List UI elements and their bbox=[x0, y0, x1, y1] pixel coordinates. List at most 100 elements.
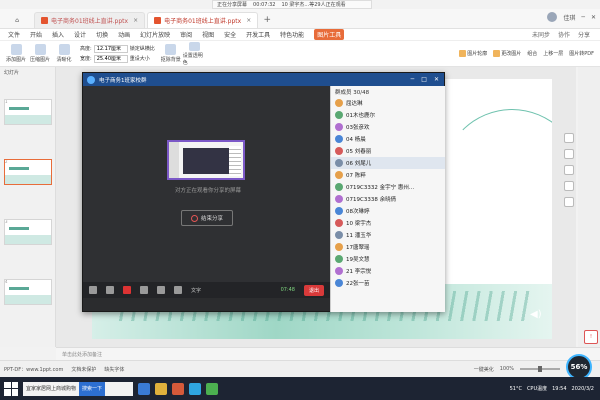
list-item[interactable]: 04 杨晨 bbox=[331, 133, 445, 145]
ribbon-menu: 文件 开始 插入 设计 切换 动画 幻灯片放映 审阅 视图 安全 开发工具 特色… bbox=[0, 29, 600, 41]
change-picture-button[interactable]: 更改图片 bbox=[493, 50, 521, 57]
new-tab-button[interactable]: + bbox=[260, 12, 274, 28]
notification-badge-icon[interactable]: ! bbox=[584, 330, 598, 344]
notes-field[interactable]: 单击此处添加备注 bbox=[56, 347, 600, 360]
list-item[interactable]: 08次琳婷 bbox=[331, 205, 445, 217]
menu-transition[interactable]: 切换 bbox=[96, 30, 108, 39]
list-item[interactable]: 11 潘玉华 bbox=[331, 229, 445, 241]
windows-start-icon[interactable] bbox=[4, 381, 18, 396]
status-protection[interactable]: 文档未保护 bbox=[71, 366, 96, 373]
collaborate-button[interactable]: 协作 bbox=[558, 30, 570, 39]
slide-thumbnail[interactable]: 2 bbox=[4, 159, 52, 185]
tab-document-active[interactable]: 电子商务01班线上直讲.pptx × bbox=[147, 12, 259, 28]
slide-thumbnail[interactable]: 4 bbox=[4, 279, 52, 305]
list-item[interactable]: 17唐翠瑶 bbox=[331, 241, 445, 253]
more-icon[interactable] bbox=[157, 286, 165, 294]
tab-document[interactable]: 电子商务01班线上直讲.pptx × bbox=[34, 12, 146, 28]
speaker-icon[interactable]: ◀) bbox=[530, 309, 544, 321]
sync-status[interactable]: 未同步 bbox=[532, 30, 550, 39]
menu-home[interactable]: 开始 bbox=[30, 30, 42, 39]
list-item[interactable]: 0719C3332 金宇宁 惠州... bbox=[331, 181, 445, 193]
folder-icon[interactable] bbox=[155, 382, 167, 395]
list-item[interactable]: 21 李宗悦 bbox=[331, 265, 445, 277]
screen-share-icon[interactable] bbox=[140, 286, 148, 294]
text-toggle[interactable]: 文字 bbox=[191, 287, 201, 294]
menu-file[interactable]: 文件 bbox=[8, 30, 20, 39]
close-tab-icon[interactable]: × bbox=[133, 17, 138, 24]
screen: 正在分享屏幕 00:07:32 10 梁宇杰...等29人正在观看 ⌂ 电子商务… bbox=[0, 0, 600, 400]
qq-close-button[interactable]: ✕ bbox=[434, 76, 439, 83]
zoom-handle[interactable] bbox=[538, 366, 542, 372]
list-item[interactable]: 19吴文慧 bbox=[331, 253, 445, 265]
list-item[interactable]: 01木也鹿尔 bbox=[331, 109, 445, 121]
wps-icon[interactable] bbox=[172, 382, 184, 395]
close-tab-icon[interactable]: × bbox=[246, 17, 251, 24]
height-input[interactable] bbox=[93, 44, 128, 53]
menu-features[interactable]: 特色功能 bbox=[280, 30, 304, 39]
list-item[interactable]: 06 刘尾儿 bbox=[331, 157, 445, 169]
zoom-in-icon[interactable] bbox=[564, 149, 574, 159]
menu-security[interactable]: 安全 bbox=[224, 30, 236, 39]
list-item[interactable]: 05 刘春丽 bbox=[331, 145, 445, 157]
minimize-button[interactable]: ─ bbox=[581, 14, 585, 21]
remove-background-button[interactable]: 抠除背景 bbox=[159, 42, 183, 66]
zoom-slider[interactable] bbox=[520, 366, 560, 372]
clock-date[interactable]: 2020/3/2 bbox=[572, 386, 594, 392]
menu-insert[interactable]: 插入 bbox=[52, 30, 64, 39]
group-button[interactable]: 组合 bbox=[527, 50, 537, 57]
transparent-color-button[interactable]: 设置透明色 bbox=[183, 41, 207, 66]
list-item[interactable]: 22张一苗 bbox=[331, 277, 445, 289]
microphone-icon[interactable] bbox=[89, 286, 97, 294]
bring-forward-button[interactable]: 上移一层 bbox=[543, 50, 563, 57]
status-missing-fonts[interactable]: 缺失字体 bbox=[104, 366, 124, 373]
lock-ratio-label[interactable]: 锁定纵横比 bbox=[130, 45, 155, 52]
menu-view[interactable]: 视图 bbox=[202, 30, 214, 39]
exit-call-button[interactable]: 退出 bbox=[303, 284, 324, 296]
list-item[interactable]: 10 梁宇杰 bbox=[331, 217, 445, 229]
picture-outline-button[interactable]: 图片轮廓 bbox=[459, 50, 487, 57]
qq-maximize-button[interactable]: □ bbox=[421, 76, 427, 83]
message-icon[interactable] bbox=[174, 286, 182, 294]
slide-thumbnail[interactable]: 1 bbox=[4, 99, 52, 125]
browser-icon[interactable] bbox=[138, 382, 150, 395]
menu-developer[interactable]: 开发工具 bbox=[246, 30, 270, 39]
menu-picture-tools[interactable]: 图片工具 bbox=[314, 29, 345, 40]
list-item[interactable]: 屈达琳 bbox=[331, 97, 445, 109]
crop-icon[interactable] bbox=[564, 181, 574, 191]
width-input[interactable] bbox=[93, 54, 128, 63]
taskbar-search[interactable]: 宜家家居网上商城购物 搜索一下 bbox=[23, 381, 133, 396]
user-avatar[interactable] bbox=[547, 12, 558, 22]
speaker-icon[interactable] bbox=[106, 286, 114, 294]
end-share-button[interactable]: 结束分享 bbox=[181, 210, 233, 226]
close-window-button[interactable]: ✕ bbox=[591, 14, 596, 21]
home-icon[interactable]: ⌂ bbox=[0, 12, 34, 28]
slide-thumbnail[interactable]: 3 bbox=[4, 219, 52, 245]
search-button[interactable]: 搜索一下 bbox=[79, 381, 106, 396]
qq-icon[interactable] bbox=[189, 382, 201, 395]
expand-icon[interactable] bbox=[564, 197, 574, 207]
right-sidebar bbox=[578, 67, 600, 347]
list-item[interactable]: 07 陈粹 bbox=[331, 169, 445, 181]
menu-animation[interactable]: 动画 bbox=[118, 30, 130, 39]
menu-review[interactable]: 审阅 bbox=[180, 30, 192, 39]
qq-minimize-button[interactable]: ─ bbox=[411, 76, 415, 83]
zoom-out-icon[interactable] bbox=[564, 165, 574, 175]
menu-design[interactable]: 设计 bbox=[74, 30, 86, 39]
add-picture-button[interactable]: 添加图片 bbox=[4, 42, 28, 66]
status-bar: PPT-DF：www.1ppt.com 文档未保护 缺失字体 一键美化 100% bbox=[0, 360, 600, 377]
picture-to-pdf-button[interactable]: 图片转PDF bbox=[569, 50, 594, 57]
slides-panel-tab[interactable]: 幻灯片 bbox=[0, 67, 55, 77]
camera-off-icon[interactable] bbox=[123, 286, 131, 294]
compress-picture-button[interactable]: 压缩图片 bbox=[28, 42, 52, 66]
list-item[interactable]: 0719C3338 余晓倩 bbox=[331, 193, 445, 205]
user-name[interactable]: 佳琪 bbox=[563, 13, 575, 22]
menu-slideshow[interactable]: 幻灯片放映 bbox=[140, 30, 170, 39]
sharpen-button[interactable]: 清晰化 bbox=[52, 42, 76, 66]
wechat-icon[interactable] bbox=[206, 382, 218, 395]
share-button[interactable]: 分享 bbox=[578, 30, 590, 39]
beautify-button[interactable]: 一键美化 bbox=[474, 366, 494, 373]
reset-size-label[interactable]: 重设大小 bbox=[130, 55, 150, 62]
layers-icon[interactable] bbox=[564, 133, 574, 143]
clock-time[interactable]: 19:54 bbox=[552, 386, 566, 392]
list-item[interactable]: 03张彦欢 bbox=[331, 121, 445, 133]
